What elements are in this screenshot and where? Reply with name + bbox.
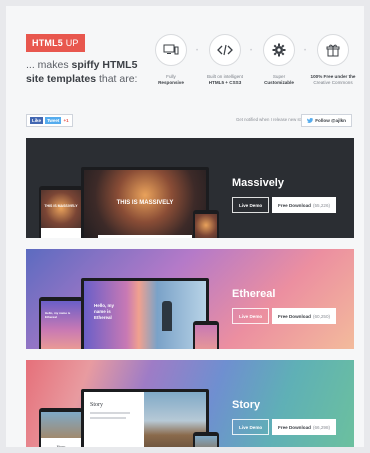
mock-tablet: Story — [39, 408, 83, 447]
free-download-button[interactable]: Free Download (66,298) — [272, 419, 337, 435]
feature-line2: Creative Commons — [313, 80, 353, 85]
live-demo-button[interactable]: Live Demo — [232, 419, 270, 435]
separator-dot: • — [196, 48, 199, 54]
feature-customizable: Super Customizable — [254, 34, 304, 86]
download-count: (55,226) — [312, 202, 331, 208]
template-title: Story — [232, 399, 261, 411]
mock-monitor: THIS IS MASSIVELY — [81, 167, 209, 238]
feature-line1: Built on intelligent — [206, 74, 243, 79]
mock-title: Hello, my name is Ethereal — [94, 303, 115, 320]
mock-monitor: Hello, my name is Ethereal — [81, 278, 209, 349]
social-buttons: Like Tweet +1 — [26, 114, 73, 127]
google-plus-button[interactable]: +1 — [63, 118, 68, 123]
tagline-suffix: that are: — [96, 73, 138, 85]
gift-icon — [317, 34, 349, 66]
feature-responsive: Fully Responsive — [146, 34, 196, 86]
template-card-massively[interactable]: THIS IS MASSIVELY THIS IS MASSIVELY Mass… — [26, 138, 354, 238]
free-download-button[interactable]: Free Download (55,226) — [272, 197, 337, 213]
live-demo-button[interactable]: Live Demo — [232, 197, 270, 213]
brand-name: HTML5 — [32, 38, 63, 48]
responsive-devices-icon — [155, 34, 187, 66]
template-card-story[interactable]: Story Story Story Live Demo Free Downloa… — [26, 360, 354, 447]
mock-phone — [193, 432, 219, 447]
mock-title: Story — [90, 402, 104, 408]
mock-person-figure — [162, 301, 172, 331]
separator-dot: • — [250, 48, 253, 54]
notify-text: Get notified when I release new stuff: — [236, 117, 307, 122]
separator-dot: • — [304, 48, 307, 54]
follow-label: Follow @ajlkn — [315, 118, 346, 123]
tagline-prefix: ... makes — [26, 59, 72, 71]
mock-phone — [193, 321, 219, 349]
template-title: Ethereal — [232, 288, 276, 300]
mock-monitor: Story — [81, 389, 209, 447]
free-download-button[interactable]: Free Download (60,250) — [272, 308, 337, 324]
tagline: ... makes spiffy HTML5 site templates th… — [26, 58, 156, 86]
mock-title: THIS IS MASSIVELY — [44, 204, 78, 208]
feature-line1: 100% Free under the — [310, 74, 356, 79]
feature-free: 100% Free under the Creative Commons — [308, 34, 358, 86]
download-label: Free Download — [278, 202, 311, 208]
twitter-icon — [307, 118, 314, 123]
feature-html5: Built on intelligent HTML5 + CSS3 — [200, 34, 250, 86]
feature-line2: Customizable — [264, 80, 294, 85]
mock-tablet: Hello, my name is Ethereal — [39, 297, 83, 349]
facebook-like-button[interactable]: Like — [30, 117, 44, 124]
brand-logo[interactable]: HTML5 UP — [26, 34, 85, 52]
live-demo-button[interactable]: Live Demo — [232, 308, 270, 324]
mock-title: THIS IS MASSIVELY — [116, 200, 174, 206]
page: HTML5 UP ... makes spiffy HTML5 site tem… — [6, 6, 364, 447]
mock-phone — [193, 210, 219, 238]
tweet-button[interactable]: Tweet — [45, 117, 62, 124]
social-row: Like Tweet +1 Get notified when I releas… — [26, 114, 360, 128]
feature-line2: Responsive — [158, 80, 184, 85]
mock-title: Story — [56, 444, 66, 447]
follow-button[interactable]: Follow @ajlkn — [301, 114, 352, 127]
mock-title: Hello, my name is Ethereal — [45, 311, 71, 319]
template-card-ethereal[interactable]: Hello, my name is Ethereal Hello, my nam… — [26, 249, 354, 349]
download-label: Free Download — [278, 313, 311, 319]
feature-line1: Fully — [166, 74, 176, 79]
gear-icon — [263, 34, 295, 66]
feature-line1: Super — [272, 74, 286, 79]
download-label: Free Download — [278, 424, 311, 430]
feature-list: Fully Responsive • Built on intelligent HT… — [146, 34, 364, 104]
code-icon — [209, 34, 241, 66]
download-count: (60,250) — [312, 313, 331, 319]
brand-suffix: UP — [65, 38, 79, 48]
mock-tablet: THIS IS MASSIVELY — [39, 186, 83, 238]
feature-line2: HTML5 + CSS3 — [208, 80, 242, 85]
template-title: Massively — [232, 177, 284, 189]
download-count: (66,298) — [312, 424, 331, 430]
